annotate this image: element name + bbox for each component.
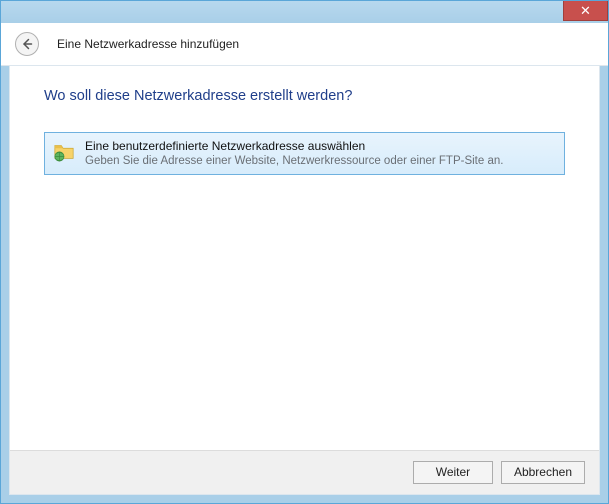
next-button[interactable]: Weiter (413, 461, 493, 484)
header: Eine Netzwerkadresse hinzufügen (1, 23, 608, 66)
content-area: Wo soll diese Netzwerkadresse erstellt w… (9, 65, 600, 495)
titlebar: ✕ (1, 1, 608, 23)
option-subtitle: Geben Sie die Adresse einer Website, Net… (85, 154, 556, 168)
wizard-title: Eine Netzwerkadresse hinzufügen (57, 37, 239, 51)
wizard-window: ✕ Eine Netzwerkadresse hinzufügen Wo sol… (0, 0, 609, 504)
option-custom-network-address[interactable]: Eine benutzerdefinierte Netzwerkadresse … (44, 132, 565, 175)
option-text: Eine benutzerdefinierte Netzwerkadresse … (85, 139, 556, 168)
page-heading: Wo soll diese Netzwerkadresse erstellt w… (44, 88, 565, 104)
close-icon: ✕ (580, 3, 591, 18)
content: Wo soll diese Netzwerkadresse erstellt w… (10, 66, 599, 450)
cancel-button[interactable]: Abbrechen (501, 461, 585, 484)
footer: Weiter Abbrechen (10, 450, 599, 494)
back-button[interactable] (15, 32, 39, 56)
close-button[interactable]: ✕ (563, 1, 608, 21)
option-title: Eine benutzerdefinierte Netzwerkadresse … (85, 139, 556, 154)
arrow-left-icon (21, 38, 33, 50)
folder-network-icon (53, 140, 75, 162)
